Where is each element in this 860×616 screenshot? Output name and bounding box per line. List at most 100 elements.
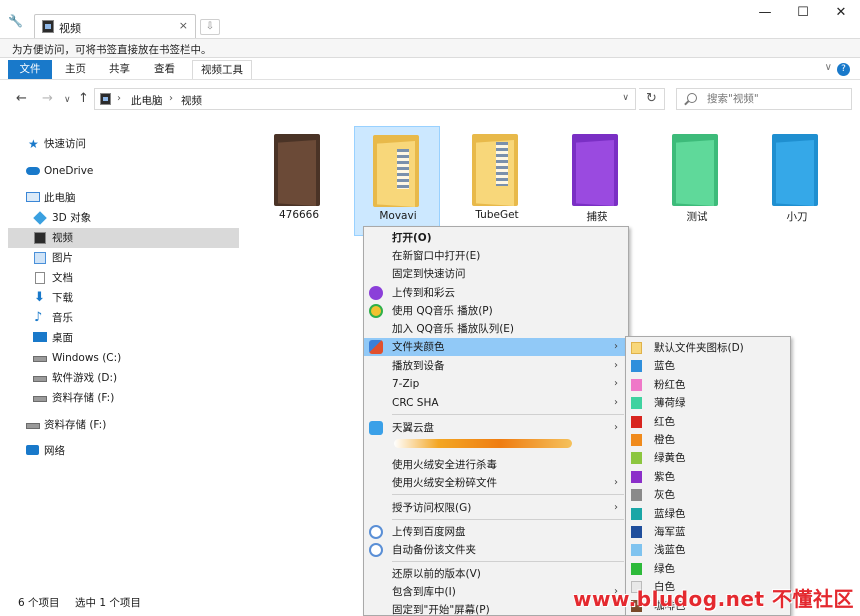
- menu-item-open[interactable]: 打开(O): [364, 229, 628, 247]
- menu-item-7zip[interactable]: 7-Zip ›: [364, 375, 628, 393]
- color-swatch-icon: [631, 507, 642, 520]
- ribbon-tab-file[interactable]: 文件: [8, 60, 52, 79]
- sidebar-item-3d-objects[interactable]: 3D 对象: [8, 208, 239, 228]
- color-option-light-blue[interactable]: 浅蓝色: [626, 541, 790, 559]
- ribbon-tab-share[interactable]: 共享: [109, 60, 130, 79]
- folder-item-movavi[interactable]: Movavi: [354, 126, 440, 236]
- minimize-button[interactable]: —: [746, 0, 784, 26]
- color-option-mint[interactable]: 薄荷绿: [626, 394, 790, 412]
- breadcrumb-separator[interactable]: ›: [169, 93, 173, 104]
- color-option-navy[interactable]: 海军蓝: [626, 523, 790, 541]
- breadcrumb-separator[interactable]: ›: [117, 93, 121, 104]
- color-option-green[interactable]: 绿色: [626, 560, 790, 578]
- ribbon-expand-icon[interactable]: ∨: [825, 62, 832, 73]
- breadcrumb-videos[interactable]: 视频: [181, 93, 202, 108]
- ribbon-tab-video-tools[interactable]: 视频工具: [192, 60, 252, 79]
- file-name: Movavi: [379, 210, 417, 222]
- color-option-teal[interactable]: 蓝绿色: [626, 505, 790, 523]
- color-option-label: 灰色: [654, 489, 675, 502]
- color-swatch-icon: [631, 470, 642, 483]
- menu-item-qq-music-play[interactable]: 使用 QQ音乐 播放(P): [364, 302, 628, 320]
- color-option-gray[interactable]: 灰色: [626, 486, 790, 504]
- sidebar-item-onedrive[interactable]: OneDrive: [8, 161, 239, 181]
- color-option-label: 红色: [654, 415, 675, 428]
- sidebar-item-documents[interactable]: 文档: [8, 268, 239, 288]
- wrench-icon[interactable]: 🔧: [8, 14, 26, 32]
- menu-item-huorong-shred[interactable]: 使用火绒安全粉碎文件 ›: [364, 474, 628, 492]
- color-option-yellow-green[interactable]: 绿黄色: [626, 449, 790, 467]
- folder-item-capture[interactable]: 捕获: [554, 126, 640, 236]
- sidebar-item-drive-f[interactable]: 资料存储 (F:): [8, 388, 239, 408]
- sidebar-item-videos[interactable]: 视频: [8, 228, 239, 248]
- color-option-default[interactable]: 默认文件夹图标(D): [626, 339, 790, 357]
- maximize-button[interactable]: ☐: [784, 0, 822, 26]
- video-icon: [34, 232, 46, 244]
- color-option-purple[interactable]: 紫色: [626, 468, 790, 486]
- menu-item-label: 固定到"开始"屏幕(P): [392, 604, 490, 616]
- menu-item-crc-sha[interactable]: CRC SHA ›: [364, 394, 628, 412]
- sidebar-item-downloads[interactable]: ⬇ 下载: [8, 288, 239, 308]
- folder-item-test[interactable]: 测试: [654, 126, 740, 236]
- sidebar-item-drive-c[interactable]: Windows (C:): [8, 348, 239, 368]
- chevron-down-icon[interactable]: ∨: [622, 93, 629, 103]
- ribbon-tab-view[interactable]: 查看: [154, 60, 175, 79]
- tab-close-button[interactable]: ×: [179, 19, 188, 32]
- close-window-button[interactable]: ✕: [822, 0, 860, 26]
- sidebar-item-this-pc[interactable]: 此电脑: [8, 188, 239, 208]
- menu-item-cast-to-device[interactable]: 播放到设备 ›: [364, 357, 628, 375]
- menu-item-baidu-upload[interactable]: 上传到百度网盘: [364, 523, 628, 541]
- color-option-orange[interactable]: 橙色: [626, 431, 790, 449]
- color-option-red[interactable]: 红色: [626, 413, 790, 431]
- sidebar-item-label: 资料存储 (F:): [44, 419, 107, 431]
- recent-locations-icon[interactable]: ∨: [64, 95, 71, 105]
- paint-brush-icon: [369, 340, 383, 354]
- sidebar-item-drive-f-root[interactable]: 资料存储 (F:): [8, 415, 239, 435]
- up-arrow-icon[interactable]: ↑: [78, 91, 89, 106]
- folder-icon: [472, 134, 518, 206]
- color-option-pink[interactable]: 粉红色: [626, 376, 790, 394]
- sidebar-item-pictures[interactable]: 图片: [8, 248, 239, 268]
- tab-videos[interactable]: 视频 ×: [34, 14, 196, 38]
- menu-item-folder-color[interactable]: 文件夹颜色 ›: [364, 338, 628, 356]
- menu-separator: [392, 494, 624, 495]
- navigation-bar: ← → ∨ ↑ › 此电脑 › 视频 ∨ ↻: [0, 80, 860, 118]
- menu-item-qq-music-queue[interactable]: 加入 QQ音乐 播放队列(E): [364, 320, 628, 338]
- menu-item-open-new-window[interactable]: 在新窗口中打开(E): [364, 247, 628, 265]
- folder-item-tubeget[interactable]: TubeGet: [454, 126, 540, 236]
- new-tab-button[interactable]: ⇩: [200, 19, 220, 35]
- menu-item-huorong-scan[interactable]: 使用火绒安全进行杀毒: [364, 456, 628, 474]
- menu-item-restore-versions[interactable]: 还原以前的版本(V): [364, 565, 628, 583]
- sidebar-item-label: OneDrive: [44, 165, 94, 177]
- address-bar[interactable]: › 此电脑 › 视频 ∨: [94, 88, 636, 110]
- file-name: 小刀: [786, 211, 808, 223]
- menu-item-tianyi-cloud[interactable]: 天翼云盘 ›: [364, 419, 628, 437]
- drive-icon: [33, 376, 47, 382]
- sidebar-item-quick-access[interactable]: ★ 快速访问: [8, 134, 239, 154]
- menu-item-pin-quick-access[interactable]: 固定到快速访问: [364, 265, 628, 283]
- help-icon[interactable]: ?: [837, 63, 850, 76]
- color-option-blue[interactable]: 蓝色: [626, 357, 790, 375]
- search-box[interactable]: [676, 88, 852, 110]
- sidebar-item-desktop[interactable]: 桌面: [8, 328, 239, 348]
- folder-item-knife[interactable]: 小刀: [754, 126, 840, 236]
- menu-item-grant-access[interactable]: 授予访问权限(G) ›: [364, 499, 628, 517]
- search-input[interactable]: [707, 92, 847, 106]
- back-arrow-icon[interactable]: ←: [16, 91, 27, 106]
- document-stripe: [397, 149, 409, 189]
- document-stripe: [496, 142, 508, 186]
- watermark: www.bludog.net 不懂社区: [573, 587, 854, 611]
- ribbon-tab-home[interactable]: 主页: [65, 60, 86, 79]
- color-swatch-icon: [631, 526, 642, 538]
- folder-item-476666[interactable]: 476666: [256, 126, 342, 236]
- menu-item-label: 上传到和彩云: [392, 287, 455, 299]
- refresh-button[interactable]: ↻: [639, 88, 665, 110]
- menu-item-baidu-backup[interactable]: 自动备份该文件夹: [364, 541, 628, 559]
- menu-item-upload-caiyun[interactable]: 上传到和彩云: [364, 284, 628, 302]
- sidebar-item-music[interactable]: ♪ 音乐: [8, 308, 239, 328]
- folder-icon: [373, 135, 419, 207]
- breadcrumb-this-pc[interactable]: 此电脑: [131, 93, 163, 108]
- file-name: 测试: [686, 211, 708, 223]
- sidebar-item-drive-d[interactable]: 软件游戏 (D:): [8, 368, 239, 388]
- sidebar-item-network[interactable]: 网络: [8, 441, 239, 461]
- forward-arrow-icon[interactable]: →: [42, 91, 53, 106]
